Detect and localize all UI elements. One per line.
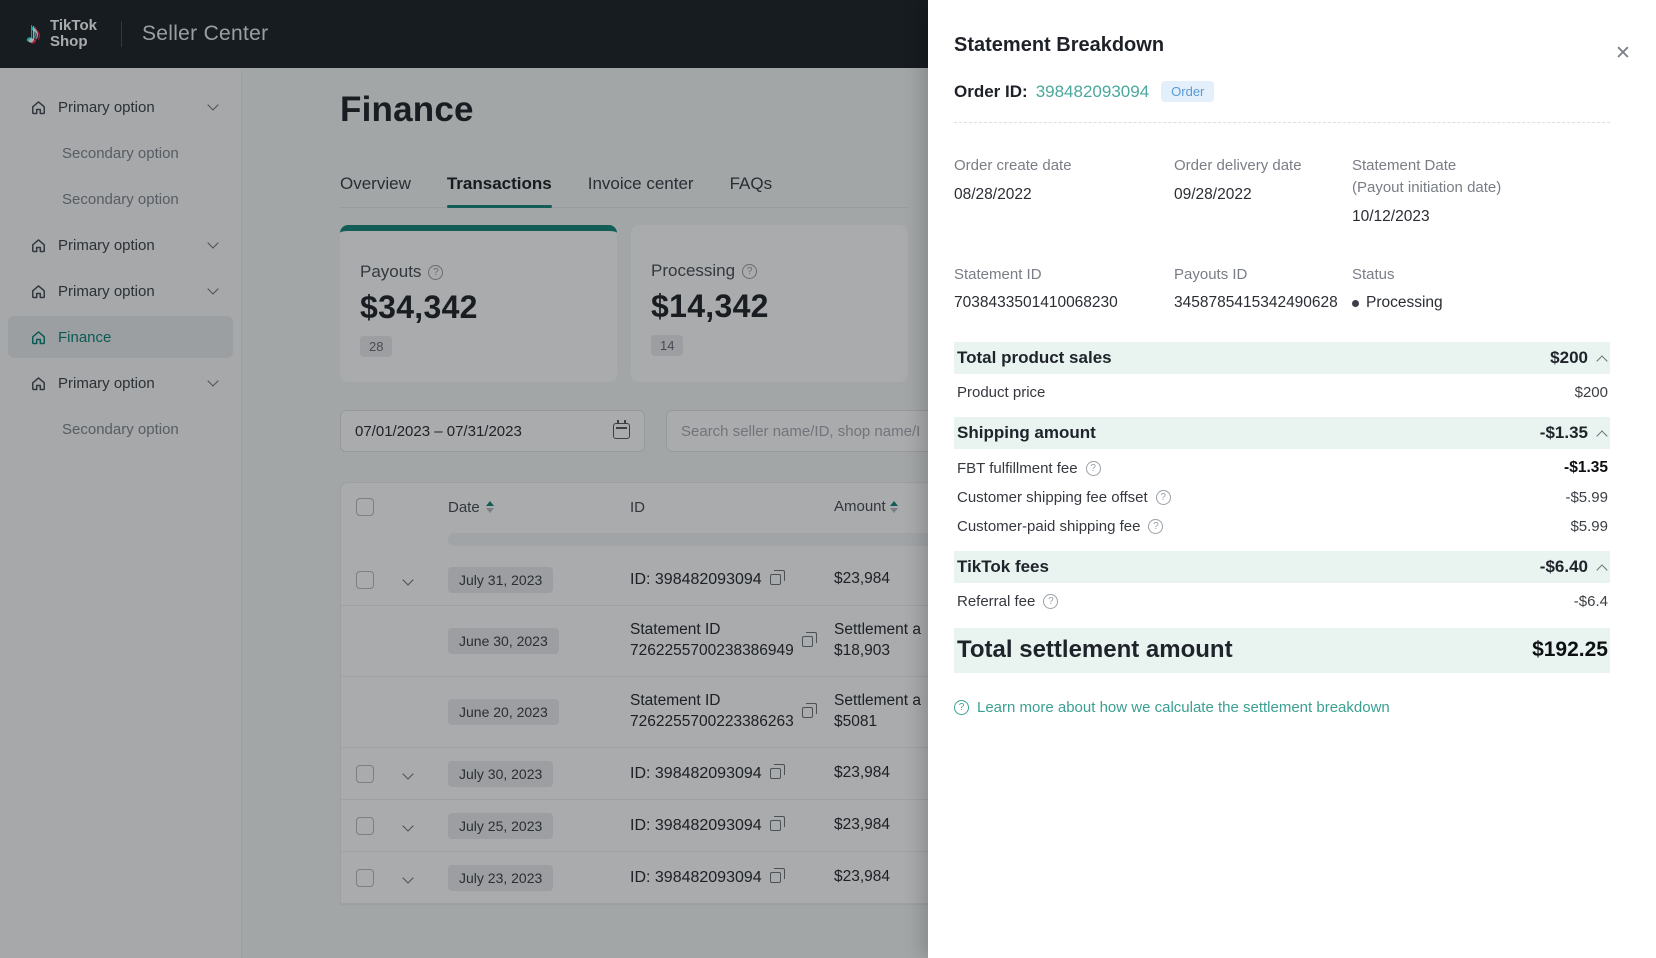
detail-statement-id: Statement ID 7038433501410068230 — [954, 265, 1118, 312]
learn-more-link[interactable]: Learn more about how we calculate the se… — [954, 699, 1610, 716]
status-dot-icon — [1352, 299, 1359, 307]
breakdown-row-referral-fee: Referral fee -$6.4 — [954, 583, 1610, 612]
help-icon — [954, 700, 969, 716]
order-details-grid: Order create date 08/28/2022 Order deliv… — [954, 155, 1610, 312]
detail-status: Status Processing — [1352, 265, 1443, 312]
breakdown-row-product-price: Product price $200 — [957, 384, 1608, 402]
section-tiktok-fees[interactable]: TikTok fees -$6.40 — [954, 551, 1610, 584]
statement-breakdown-drawer: Statement Breakdown Order ID: 3984820930… — [928, 0, 1656, 958]
order-id-row: Order ID: 398482093094 Order — [954, 81, 1610, 102]
drawer-title: Statement Breakdown — [954, 34, 1165, 56]
detail-order-create-date: Order create date 08/28/2022 — [954, 157, 1072, 203]
breakdown-row-customer-shipping-fee-offset: Customer shipping fee offset -$5.99 — [954, 479, 1610, 508]
total-settlement-row: Total settlement amount $192.25 — [954, 628, 1610, 674]
collapse-icon[interactable] — [1596, 430, 1608, 442]
collapse-icon[interactable] — [1596, 564, 1608, 576]
settlement-breakdown: Total product sales $200 Product price $… — [954, 342, 1610, 716]
help-icon[interactable] — [1155, 490, 1171, 506]
order-badge: Order — [1161, 81, 1215, 102]
breakdown-row-fbt-fulfillment-fee: FBT fulfillment fee -$1.35 — [954, 449, 1610, 479]
section-shipping-amount[interactable]: Shipping amount -$1.35 — [954, 417, 1610, 450]
order-id-link[interactable]: 398482093094 — [1036, 82, 1149, 102]
divider — [954, 122, 1610, 123]
close-icon[interactable] — [1610, 40, 1636, 66]
help-icon[interactable] — [1085, 460, 1101, 476]
detail-statement-date: Statement Date (Payout initiation date) 1… — [1352, 157, 1502, 225]
order-id-label: Order ID: — [954, 81, 1028, 101]
detail-order-delivery-date: Order delivery date 09/28/2022 — [1174, 157, 1302, 203]
help-icon[interactable] — [1148, 519, 1164, 535]
status-value: Processing — [1366, 294, 1443, 312]
detail-payouts-id: Payouts ID 3458785415342490628 — [1174, 265, 1338, 312]
help-icon[interactable] — [1043, 594, 1059, 610]
collapse-icon[interactable] — [1596, 355, 1608, 367]
section-total-product-sales[interactable]: Total product sales $200 — [954, 342, 1610, 375]
breakdown-row-customer-paid-shipping-fee: Customer-paid shipping fee $5.99 — [954, 508, 1610, 537]
